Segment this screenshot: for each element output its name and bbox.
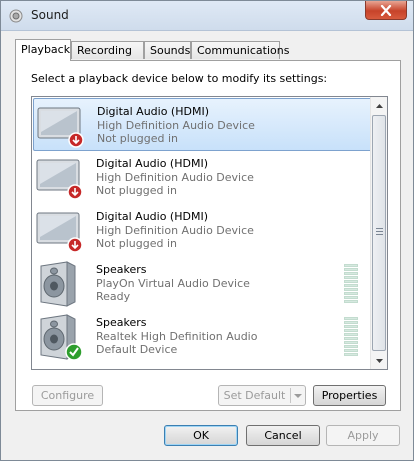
set-default-button[interactable]: Set Default bbox=[218, 385, 306, 406]
device-status: Not plugged in bbox=[96, 237, 178, 250]
volume-level-meter bbox=[344, 317, 358, 357]
sound-dialog: Sound Playback Recording Sounds Communic… bbox=[0, 0, 414, 461]
device-status: Not plugged in bbox=[96, 184, 178, 197]
ok-button[interactable]: OK bbox=[164, 425, 238, 446]
split-divider bbox=[290, 388, 291, 403]
monitor-icon bbox=[36, 212, 83, 253]
tab-playback[interactable]: Playback bbox=[15, 39, 71, 61]
arrow-up-icon bbox=[375, 103, 383, 108]
device-description: High Definition Audio Device bbox=[96, 171, 254, 184]
tab-communications[interactable]: Communications bbox=[191, 41, 289, 59]
scroll-thumb[interactable] bbox=[372, 115, 386, 351]
device-name: Speakers bbox=[96, 316, 147, 329]
close-button[interactable] bbox=[365, 1, 407, 20]
device-description: PlayOn Virtual Audio Device bbox=[96, 277, 250, 290]
arrow-down-icon bbox=[375, 358, 383, 363]
cancel-button[interactable]: Cancel bbox=[246, 425, 320, 446]
device-description: High Definition Audio Device bbox=[97, 119, 255, 132]
speaker-icon bbox=[40, 261, 76, 307]
monitor-icon bbox=[37, 107, 84, 148]
list-item[interactable]: Digital Audio (HDMI) High Definition Aud… bbox=[33, 98, 375, 151]
tab-recording[interactable]: Recording bbox=[71, 41, 144, 59]
set-default-label: Set Default bbox=[223, 389, 286, 402]
device-list[interactable]: Digital Audio (HDMI) High Definition Aud… bbox=[31, 96, 388, 370]
speaker-icon bbox=[40, 314, 83, 361]
close-icon bbox=[380, 4, 392, 16]
device-name: Digital Audio (HDMI) bbox=[96, 157, 208, 170]
device-name: Speakers bbox=[96, 263, 147, 276]
device-name: Digital Audio (HDMI) bbox=[96, 210, 208, 223]
device-description: Realtek High Definition Audio bbox=[96, 330, 258, 343]
device-description: High Definition Audio Device bbox=[96, 224, 254, 237]
list-item[interactable]: Speakers Realtek High Definition Audio D… bbox=[33, 310, 375, 363]
set-default-dropdown-arrow[interactable] bbox=[294, 386, 302, 411]
volume-level-meter bbox=[344, 264, 358, 304]
scroll-up-button[interactable] bbox=[371, 97, 387, 114]
device-name: Digital Audio (HDMI) bbox=[97, 105, 209, 118]
apply-button[interactable]: Apply bbox=[326, 425, 400, 446]
playback-panel: Select a playback device below to modify… bbox=[15, 60, 401, 411]
scroll-down-button[interactable] bbox=[371, 352, 387, 369]
speaker-app-icon bbox=[9, 9, 23, 23]
configure-button[interactable]: Configure bbox=[32, 385, 103, 406]
instruction-text: Select a playback device below to modify… bbox=[31, 72, 328, 85]
properties-button[interactable]: Properties bbox=[313, 385, 386, 406]
list-item[interactable]: Speakers PlayOn Virtual Audio Device Rea… bbox=[33, 257, 375, 310]
device-status: Default Device bbox=[96, 343, 178, 356]
device-status: Not plugged in bbox=[97, 132, 179, 145]
chevron-down-icon bbox=[294, 394, 302, 398]
list-item[interactable]: Digital Audio (HDMI) High Definition Aud… bbox=[33, 151, 375, 204]
vertical-scrollbar[interactable] bbox=[370, 97, 387, 369]
device-status: Ready bbox=[96, 290, 131, 303]
grip-icon bbox=[376, 228, 383, 235]
tab-sounds[interactable]: Sounds bbox=[144, 41, 191, 59]
monitor-icon bbox=[36, 159, 83, 200]
window-title: Sound bbox=[31, 8, 69, 22]
list-item[interactable]: Digital Audio (HDMI) High Definition Aud… bbox=[33, 204, 375, 257]
title-bar[interactable]: Sound bbox=[1, 1, 413, 31]
